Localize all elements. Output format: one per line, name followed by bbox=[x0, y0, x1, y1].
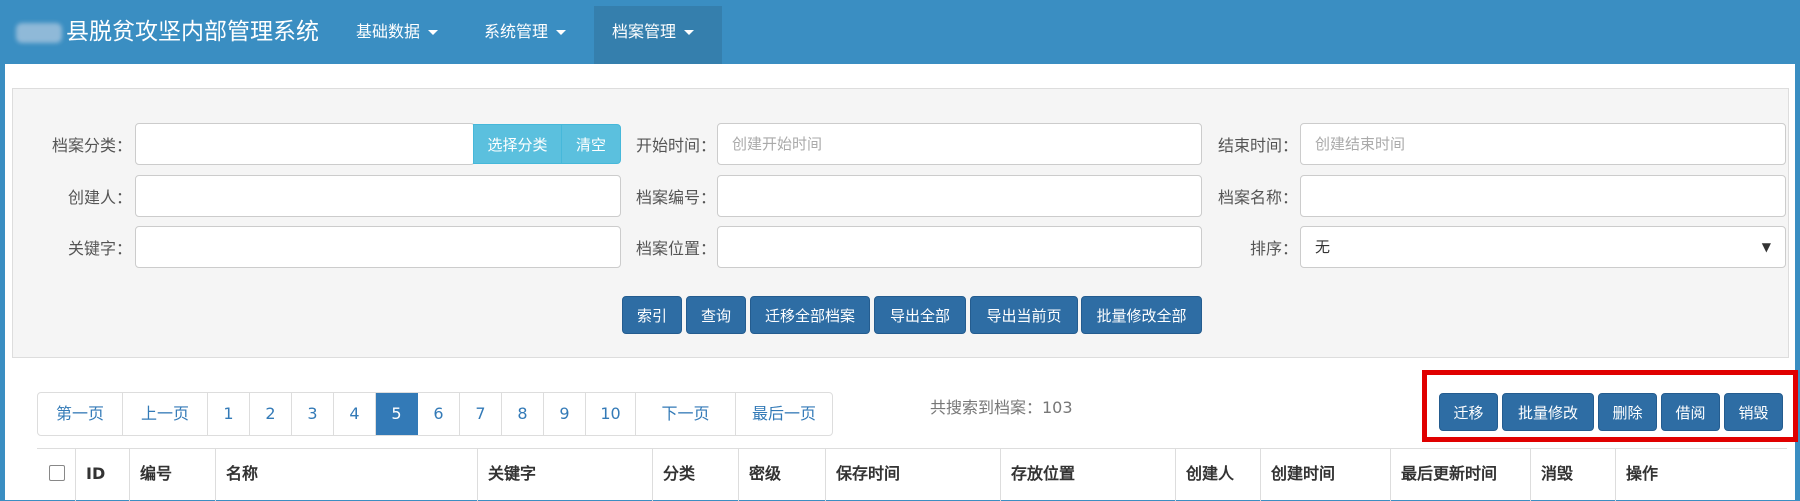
nav-basic-data[interactable]: 基础数据 bbox=[338, 6, 456, 64]
blurred-county-name bbox=[16, 22, 62, 43]
page-link[interactable]: 6 bbox=[418, 393, 460, 435]
sort-label: 排序： bbox=[1249, 239, 1298, 258]
category-input[interactable] bbox=[135, 123, 475, 165]
creator-label: 创建人： bbox=[67, 188, 132, 207]
page-link[interactable]: 4 bbox=[334, 393, 376, 435]
column-header[interactable]: 存放位置 bbox=[1000, 449, 1175, 501]
prev-page[interactable]: 上一页 bbox=[123, 393, 208, 435]
page-link[interactable]: 2 bbox=[250, 393, 292, 435]
first-page[interactable]: 第一页 bbox=[38, 393, 123, 435]
export-page-button[interactable]: 导出当前页 bbox=[970, 296, 1078, 334]
navbar: 县脱贫攻坚内部管理系统 基础数据 系统管理 档案管理 bbox=[0, 0, 1800, 64]
borrow-button[interactable]: 借阅 bbox=[1661, 393, 1720, 431]
batch-edit-button[interactable]: 批量修改 bbox=[1502, 393, 1594, 431]
column-header[interactable]: 创建时间 bbox=[1260, 449, 1390, 501]
nav-archive-management[interactable]: 档案管理 bbox=[594, 6, 722, 64]
next-page[interactable]: 下一页 bbox=[636, 393, 736, 435]
column-header[interactable]: 操作 bbox=[1615, 449, 1787, 501]
export-all-button[interactable]: 导出全部 bbox=[874, 296, 966, 334]
page-link[interactable]: 3 bbox=[292, 393, 334, 435]
page-link[interactable]: 9 bbox=[544, 393, 586, 435]
page-link[interactable]: 1 bbox=[208, 393, 250, 435]
archive-name-label: 档案名称： bbox=[1217, 188, 1298, 207]
archive-code-label: 档案编号： bbox=[635, 188, 716, 207]
category-label: 档案分类： bbox=[51, 136, 132, 155]
dropdown-arrow-icon: ▼ bbox=[1761, 240, 1771, 254]
caret-down-icon bbox=[556, 30, 567, 35]
column-header[interactable]: 最后更新时间 bbox=[1390, 449, 1530, 501]
batch-edit-all-button[interactable]: 批量修改全部 bbox=[1081, 296, 1202, 334]
page-link[interactable]: 10 bbox=[586, 393, 636, 435]
keyword-input[interactable] bbox=[135, 226, 621, 268]
start-time-input[interactable]: 创建开始时间 bbox=[717, 123, 1202, 165]
last-page[interactable]: 最后一页 bbox=[736, 393, 832, 435]
page-link[interactable]: 7 bbox=[460, 393, 502, 435]
page-link-current[interactable]: 5 bbox=[376, 393, 418, 435]
index-button[interactable]: 索引 bbox=[622, 296, 682, 334]
archive-location-input[interactable] bbox=[717, 226, 1202, 268]
column-header[interactable]: 名称 bbox=[215, 449, 477, 501]
delete-button[interactable]: 删除 bbox=[1598, 393, 1657, 431]
column-header[interactable]: 密级 bbox=[738, 449, 825, 501]
select-all-checkbox[interactable] bbox=[49, 465, 65, 481]
page-link[interactable]: 8 bbox=[502, 393, 544, 435]
clear-category-button[interactable]: 清空 bbox=[561, 124, 621, 164]
total-count: 共搜索到档案：103 bbox=[930, 398, 1073, 417]
column-header[interactable]: ID bbox=[75, 449, 129, 501]
archive-name-input[interactable] bbox=[1300, 175, 1786, 217]
caret-down-icon bbox=[428, 30, 439, 35]
migrate-all-button[interactable]: 迁移全部档案 bbox=[750, 296, 870, 334]
archive-location-label: 档案位置： bbox=[635, 239, 716, 258]
column-header[interactable]: 消毁 bbox=[1530, 449, 1615, 501]
end-time-label: 结束时间： bbox=[1217, 136, 1298, 155]
end-time-input[interactable]: 创建结束时间 bbox=[1300, 123, 1786, 165]
table-header: ID 编号 名称 关键字 分类 密级 保存时间 存放位置 创建人 创建时间 最后… bbox=[37, 448, 1787, 501]
start-time-label: 开始时间： bbox=[635, 136, 716, 155]
column-header[interactable]: 创建人 bbox=[1175, 449, 1260, 501]
caret-down-icon bbox=[684, 30, 695, 35]
column-header[interactable]: 关键字 bbox=[477, 449, 652, 501]
pagination: 第一页 上一页 1 2 3 4 5 6 7 8 9 10 下一页 最后一页 bbox=[37, 392, 833, 436]
query-button[interactable]: 查询 bbox=[686, 296, 746, 334]
nav-system-management[interactable]: 系统管理 bbox=[466, 6, 584, 64]
keyword-label: 关键字： bbox=[67, 239, 132, 258]
select-all-cell bbox=[37, 449, 75, 501]
archive-code-input[interactable] bbox=[717, 175, 1202, 217]
app-title[interactable]: 县脱贫攻坚内部管理系统 bbox=[16, 0, 319, 64]
select-category-button[interactable]: 选择分类 bbox=[473, 124, 562, 164]
column-header[interactable]: 分类 bbox=[652, 449, 738, 501]
column-header[interactable]: 保存时间 bbox=[825, 449, 1000, 501]
migrate-button[interactable]: 迁移 bbox=[1439, 393, 1498, 431]
destroy-button[interactable]: 销毁 bbox=[1724, 393, 1783, 431]
column-header[interactable]: 编号 bbox=[129, 449, 215, 501]
sort-select[interactable]: 无 ▼ bbox=[1300, 226, 1786, 268]
creator-input[interactable] bbox=[135, 175, 621, 217]
